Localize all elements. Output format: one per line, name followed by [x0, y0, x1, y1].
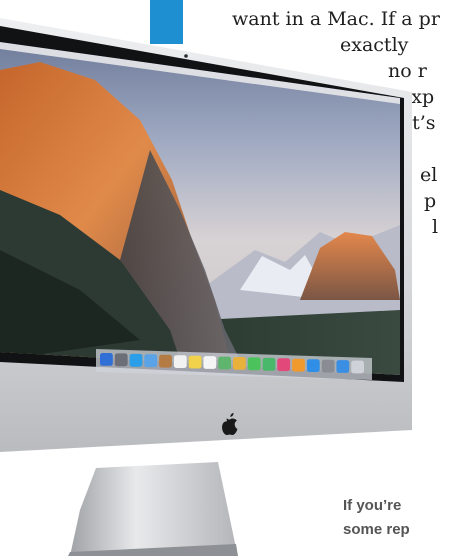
magazine-page: want in a Mac. If a pr exactly no r exp …	[0, 0, 461, 556]
notes-icon	[188, 355, 202, 369]
contacts-icon	[159, 354, 172, 368]
messages-icon	[247, 357, 261, 371]
stand	[70, 462, 236, 556]
reminders-icon	[203, 356, 217, 369]
itunes-icon	[277, 358, 291, 372]
facetime-icon	[262, 357, 276, 371]
imac-photo	[0, 0, 461, 556]
calendar-icon	[173, 355, 187, 368]
maps-icon	[218, 356, 231, 370]
launchpad-icon	[114, 353, 128, 367]
trash-icon	[351, 360, 364, 374]
system-preferences-icon	[321, 359, 335, 373]
finder-icon	[100, 353, 113, 366]
safari-icon	[129, 353, 143, 367]
photos-icon	[233, 357, 246, 370]
app-store-icon	[306, 359, 320, 372]
ibooks-icon	[292, 358, 305, 372]
mail-icon	[144, 354, 158, 368]
folder-icon	[336, 360, 350, 373]
